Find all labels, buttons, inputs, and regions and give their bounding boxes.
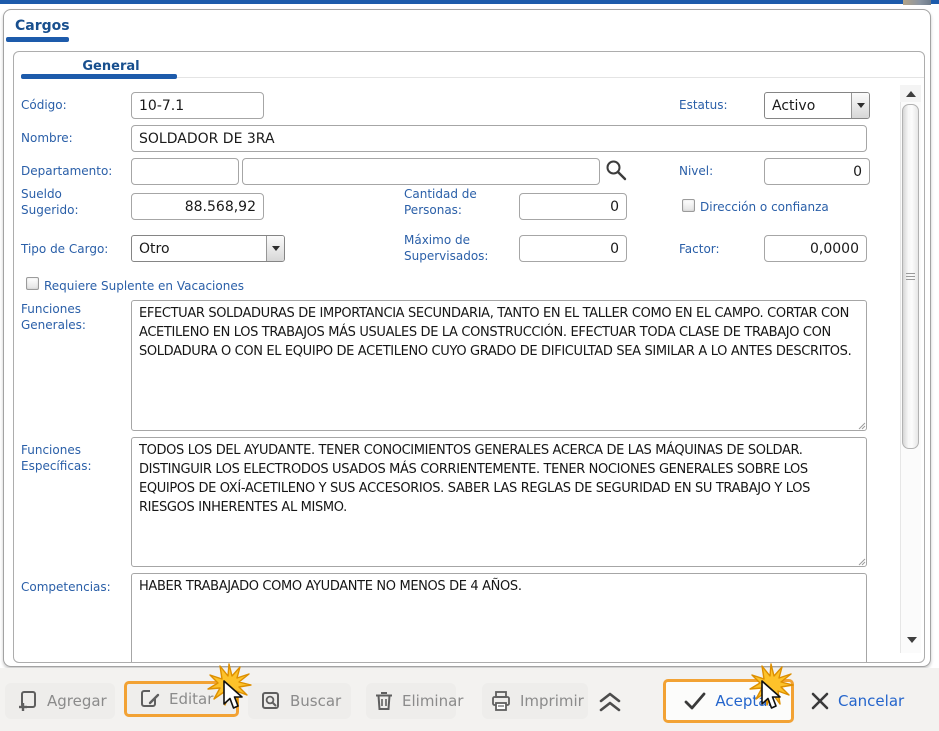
imprimir-button[interactable]: Imprimir xyxy=(482,683,588,719)
buscar-button[interactable]: Buscar xyxy=(248,683,351,719)
chevron-down-icon[interactable] xyxy=(266,236,284,261)
tab-general-underline xyxy=(21,74,177,79)
top-accent-line xyxy=(0,0,939,4)
search-record-icon xyxy=(260,690,282,712)
buscar-label: Buscar xyxy=(290,692,341,710)
tipo-label: Tipo de Cargo: xyxy=(21,241,108,257)
tipo-select[interactable]: Otro xyxy=(131,235,285,262)
edit-icon xyxy=(139,688,161,710)
collapse-toolbar-button[interactable] xyxy=(592,687,628,717)
printer-icon xyxy=(490,690,512,712)
tab-cargos-underline xyxy=(6,37,69,42)
funciones-especificas-textarea[interactable]: TODOS LOS DEL AYUDANTE. TENER CONOCIMIEN… xyxy=(131,437,867,567)
factor-label: Factor: xyxy=(679,241,720,257)
requiere-label: Requiere Suplente en Vacaciones xyxy=(44,278,244,294)
aceptar-button[interactable]: Aceptar xyxy=(663,679,794,723)
sueldo-label: Sueldo Sugerido: xyxy=(21,186,96,218)
tipo-value: Otro xyxy=(132,236,266,261)
tab-cargos[interactable]: Cargos xyxy=(15,18,70,34)
resize-grip-icon[interactable] xyxy=(857,421,866,430)
general-panel: General Código: 10-7.1 Estatus: Activo N… xyxy=(13,51,925,663)
nivel-label: Nivel: xyxy=(679,163,713,179)
competencias-label: Competencias: xyxy=(21,579,111,595)
estatus-label: Estatus: xyxy=(679,97,728,113)
x-icon xyxy=(810,691,830,711)
departamento-name-input[interactable] xyxy=(242,158,600,185)
codigo-input[interactable]: 10-7.1 xyxy=(131,92,264,119)
tabstrip-divider xyxy=(177,77,924,78)
triangle-up-icon xyxy=(906,91,916,97)
scroll-down-button[interactable] xyxy=(907,637,917,643)
cargos-window: Cargos General Código: 10-7.1 Estatus: A… xyxy=(3,9,931,667)
requiere-checkbox[interactable] xyxy=(26,277,39,290)
editar-label: Editar xyxy=(169,690,213,708)
cancelar-button[interactable]: Cancelar xyxy=(806,683,906,719)
competencias-textarea[interactable]: HABER TRABAJADO COMO AYUDANTE NO MENOS D… xyxy=(131,573,867,663)
imprimir-label: Imprimir xyxy=(520,692,584,710)
sueldo-input[interactable]: 88.568,92 xyxy=(131,193,264,220)
eliminar-button[interactable]: Eliminar xyxy=(366,683,456,719)
nombre-label: Nombre: xyxy=(21,130,73,146)
agregar-label: Agregar xyxy=(47,692,107,710)
resize-grip-icon[interactable] xyxy=(857,557,866,566)
double-chevron-up-icon xyxy=(595,690,625,714)
estatus-select[interactable]: Activo xyxy=(764,92,870,119)
departamento-code-input[interactable] xyxy=(131,158,239,185)
direccion-checkbox[interactable] xyxy=(682,199,695,212)
cantidad-label: Cantidad de Personas: xyxy=(404,186,499,218)
nivel-input[interactable]: 0 xyxy=(764,158,870,185)
trash-icon xyxy=(374,690,394,712)
agregar-button[interactable]: Agregar xyxy=(5,683,115,719)
cancelar-label: Cancelar xyxy=(838,692,904,710)
aceptar-label: Aceptar xyxy=(715,692,773,710)
maximo-input[interactable]: 0 xyxy=(519,235,627,262)
chevron-down-icon[interactable] xyxy=(851,93,869,118)
direccion-label: Dirección o confianza xyxy=(700,199,829,215)
codigo-label: Código: xyxy=(21,97,67,113)
eliminar-label: Eliminar xyxy=(402,692,463,710)
scrollbar-thumb[interactable] xyxy=(902,104,919,449)
scroll-up-button[interactable] xyxy=(900,85,921,102)
maximo-label: Máximo de Supervisados: xyxy=(404,232,509,264)
scrollbar-grip-icon xyxy=(906,273,915,282)
funciones-generales-label: Funciones Generales: xyxy=(21,301,106,333)
estatus-value: Activo xyxy=(765,93,851,118)
cantidad-input[interactable]: 0 xyxy=(519,193,627,220)
tab-general[interactable]: General xyxy=(56,59,166,74)
check-icon xyxy=(683,691,707,711)
action-toolbar: Agregar Editar Buscar Eliminar xyxy=(0,668,939,731)
factor-input[interactable]: 0,0000 xyxy=(764,235,867,262)
funciones-especificas-label: Funciones Específicas: xyxy=(21,442,113,474)
departamento-label: Departamento: xyxy=(21,163,112,179)
background-fragment xyxy=(903,0,931,5)
funciones-generales-textarea[interactable]: EFECTUAR SOLDADURAS DE IMPORTANCIA SECUN… xyxy=(131,300,867,431)
search-icon[interactable] xyxy=(604,158,628,182)
add-record-icon xyxy=(17,690,39,712)
nombre-input[interactable]: SOLDADOR DE 3RA xyxy=(131,125,867,152)
editar-button[interactable]: Editar xyxy=(124,681,239,717)
